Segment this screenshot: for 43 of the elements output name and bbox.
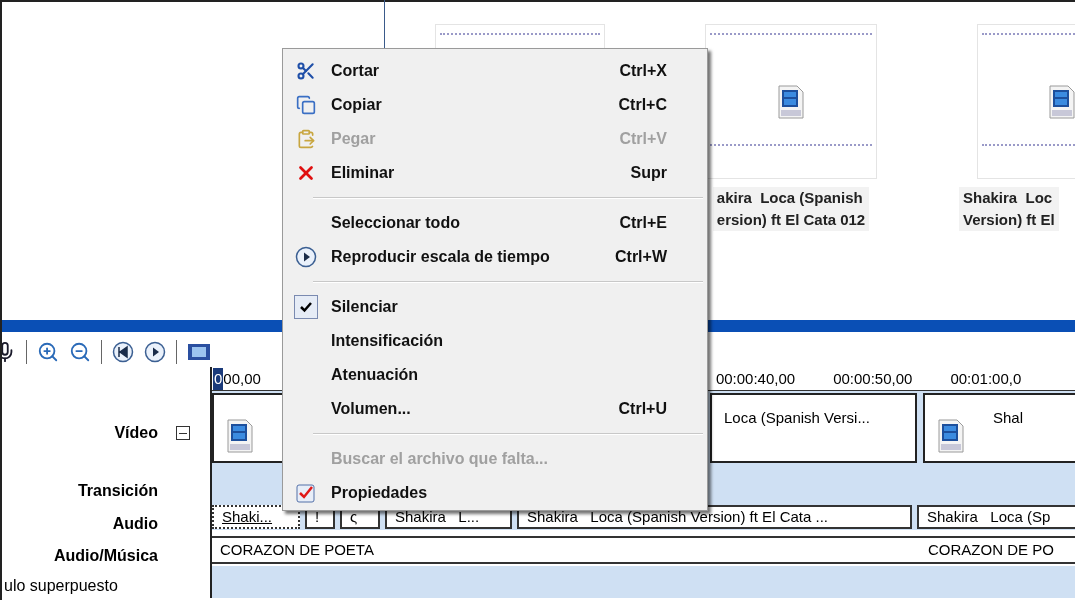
menu-item[interactable]: Atenuación	[283, 358, 707, 392]
zoom-in-icon[interactable]	[37, 340, 59, 363]
menu-item[interactable]: Copiar Ctrl+C	[283, 88, 707, 122]
time-label: 00:00:50,00	[833, 368, 913, 389]
video-file-icon	[777, 84, 805, 119]
video-file-icon	[937, 419, 965, 453]
menu-item[interactable]: Reproducir escala de tiempo Ctrl+W	[283, 240, 707, 274]
video-clip[interactable]: Shal	[923, 393, 1075, 463]
music-clip-title: CORAZON DE PO	[928, 539, 1054, 560]
video-file-icon	[226, 419, 254, 453]
filmstrip-icon[interactable]	[187, 341, 211, 362]
time-label: 00:01:00,0	[950, 368, 1022, 389]
rewind-icon[interactable]	[112, 340, 134, 363]
track-label: ulo superpuesto	[4, 576, 118, 596]
copy-icon	[296, 95, 316, 115]
menu-item[interactable]: Seleccionar todo Ctrl+E	[283, 206, 707, 240]
playhead-marker[interactable]: 0	[213, 367, 224, 390]
zoom-out-icon[interactable]	[69, 340, 91, 363]
scissors-icon	[296, 61, 316, 81]
play-icon	[295, 246, 317, 268]
menu-item[interactable]: Cortar Ctrl+X	[283, 54, 707, 88]
track-label: Transición	[77, 480, 158, 501]
play-icon[interactable]	[144, 340, 166, 363]
collapse-icon[interactable]	[176, 426, 190, 440]
video-file-icon	[1048, 84, 1075, 119]
track-label: Audio/Música	[54, 546, 158, 566]
clip-thumbnail[interactable]	[705, 24, 877, 179]
music-clip-title: CORAZON DE POETA	[220, 539, 375, 560]
video-clip[interactable]: Loca (Spanish Versi...	[710, 393, 917, 463]
track-label: Audio	[112, 514, 158, 534]
track-label: Vídeo	[114, 423, 158, 443]
paste-icon	[296, 129, 316, 149]
time-label: 00:00:40,00	[715, 368, 796, 389]
menu-item[interactable]: Eliminar Supr	[283, 156, 707, 190]
clip-caption: Shakira Loc Version) ft El	[959, 187, 1059, 231]
menu-item[interactable]: Intensificación	[283, 324, 707, 358]
properties-icon	[296, 483, 316, 503]
clip-caption: akira Loca (Spanish ersion) ft El Cata 012	[712, 187, 870, 231]
audio-clip[interactable]: Shaki...	[212, 505, 300, 529]
audio-clip[interactable]: Shakira Loca (Sp	[917, 505, 1075, 529]
menu-item[interactable]: Volumen... Ctrl+U	[283, 392, 707, 426]
time-label: 00,00	[223, 368, 261, 389]
menu-item[interactable]: Silenciar	[283, 290, 707, 324]
